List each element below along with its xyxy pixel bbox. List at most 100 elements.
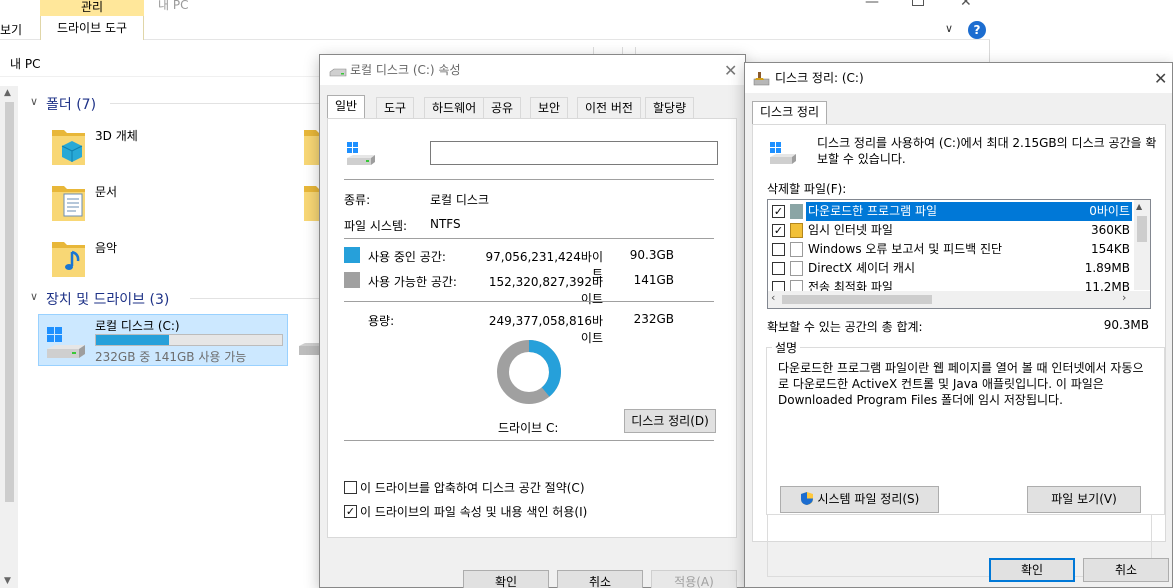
separator (344, 238, 714, 239)
disk-usage-donut (497, 340, 561, 404)
folder-item[interactable]: 문서 (46, 180, 266, 226)
tab-quota[interactable]: 할당량 (645, 97, 695, 119)
scroll-left-icon[interactable]: ‹ (771, 291, 775, 304)
cleanup-intro: 디스크 정리를 사용하여 (C:)에서 최대 2.15GB의 디스크 공간을 확… (817, 136, 1157, 166)
apply-button[interactable]: 적용(A) (651, 570, 737, 588)
minimize-icon[interactable]: — (865, 0, 879, 10)
cancel-button[interactable]: 취소 (557, 570, 643, 588)
total-space-label: 확보할 수 있는 공간의 총 합계: (767, 320, 923, 334)
file-checkbox[interactable] (772, 243, 785, 256)
cancel-button[interactable]: 취소 (1083, 558, 1169, 582)
close-icon[interactable]: ✕ (724, 61, 737, 80)
file-name: 다운로드한 프로그램 파일 (806, 202, 1098, 221)
description-title: 설명 (772, 339, 801, 356)
file-rows: ✓ 다운로드한 프로그램 파일 0바이트 ✓ 임시 인터넷 파일 360KB Windows… (768, 202, 1134, 297)
close-icon[interactable]: ✕ (960, 0, 972, 10)
drive-usage-bar (95, 334, 283, 346)
hscroll-thumb[interactable] (782, 295, 932, 304)
file-name: Windows 오류 보고서 및 피드백 진단 (808, 242, 1003, 256)
folders-header[interactable]: 폴더 (7) (46, 94, 96, 114)
drive-name: 로컬 디스크 (C:) (95, 319, 180, 333)
file-list-row[interactable]: Windows 오류 보고서 및 피드백 진단 154KB (768, 240, 1134, 259)
folder-icon[interactable] (302, 180, 320, 224)
disk-cleanup-button[interactable]: 디스크 정리(D) (624, 409, 716, 433)
file-list-row[interactable]: DirectX 셰이더 캐시 1.89MB (768, 259, 1134, 278)
collapse-icon[interactable]: ∨ (30, 290, 38, 303)
devices-header[interactable]: 장치 및 드라이브 (3) (46, 289, 169, 309)
description-text: 다운로드한 프로그램 파일이란 웹 페이지를 열어 볼 때 인터넷에서 자동으로… (778, 361, 1144, 407)
scroll-up-icon[interactable]: ▲ (1136, 202, 1142, 211)
tab-general[interactable]: 일반 (327, 95, 366, 119)
chevron-down-icon[interactable]: ∨ (945, 22, 953, 35)
used-space-swatch (344, 247, 360, 263)
dialog-title: 로컬 디스크 (C:) 속성 (350, 63, 461, 77)
folder-item[interactable]: 3D 개체 (46, 124, 266, 170)
tab-hardware[interactable]: 하드웨어 (424, 97, 485, 119)
disk-cleanup-dialog: 디스크 정리: (C:) ✕ 디스크 정리 디스크 정리를 사용하여 (C:)에… (744, 62, 1173, 588)
scroll-right-icon[interactable]: › (1122, 291, 1126, 304)
file-size: 360KB (1090, 223, 1130, 237)
index-checkbox[interactable]: ✓ (344, 505, 357, 518)
file-checkbox[interactable]: ✓ (772, 205, 785, 218)
tab-tools[interactable]: 도구 (376, 97, 415, 119)
separator (344, 440, 714, 441)
lock-icon (790, 223, 803, 238)
collapse-icon[interactable]: ∨ (30, 95, 38, 108)
index-label[interactable]: 이 드라이브의 파일 속성 및 내용 색인 허용(I) (360, 503, 587, 520)
ribbon-manage-tab[interactable]: 관리 (40, 0, 144, 16)
free-space-gb: 141GB (633, 273, 674, 287)
list-hscrollbar[interactable]: ‹ › (768, 291, 1150, 308)
folder-icon[interactable] (302, 124, 320, 168)
scroll-up-icon[interactable]: ▲ (4, 88, 11, 98)
ribbon (0, 0, 990, 40)
compress-checkbox[interactable] (344, 481, 357, 494)
drive-c-item[interactable]: 로컬 디스크 (C:) 232GB 중 141GB 사용 가능 (38, 314, 288, 366)
scroll-down-icon[interactable]: ▼ (4, 576, 11, 586)
drive-name-input[interactable] (430, 141, 718, 165)
list-scrollbar[interactable]: ▲ (1134, 200, 1150, 290)
drive-label: 드라이브 C: (498, 421, 559, 435)
filesystem-value: NTFS (430, 217, 461, 231)
tab-previous-versions[interactable]: 이전 버전 (577, 97, 641, 119)
ribbon-drive-tools-tab[interactable]: 드라이브 도구 (40, 16, 144, 40)
windows-drive-icon (347, 142, 375, 165)
ok-button[interactable]: 확인 (463, 570, 549, 588)
drive-properties-dialog: 로컬 디스크 (C:) 속성 ✕ 일반 도구 하드웨어 공유 보안 이전 버전 … (319, 54, 746, 588)
scroll-thumb[interactable] (1137, 216, 1147, 242)
cleanup-system-files-label: 시스템 파일 정리(S) (817, 492, 920, 506)
folder-label: 3D 개체 (95, 129, 138, 143)
tab-security[interactable]: 보안 (530, 97, 569, 119)
folder-item[interactable]: 음악 (46, 236, 266, 282)
file-list-row[interactable]: ✓ 임시 인터넷 파일 360KB (768, 221, 1134, 240)
capacity-gb: 232GB (633, 312, 674, 326)
tab-disk-cleanup[interactable]: 디스크 정리 (752, 101, 828, 125)
files-to-delete-label: 삭제할 파일(F): (767, 182, 847, 196)
dialog-title: 디스크 정리: (C:) (775, 71, 864, 85)
maximize-icon[interactable] (912, 0, 924, 6)
separator (344, 301, 714, 302)
compress-label[interactable]: 이 드라이브를 압축하여 디스크 공간 절약(C) (360, 479, 585, 496)
cleanup-system-files-button[interactable]: 시스템 파일 정리(S) (780, 486, 939, 513)
address-text[interactable]: 내 PC (10, 55, 40, 72)
file-checkbox[interactable] (772, 262, 785, 275)
free-space-swatch (344, 272, 360, 288)
program-files-icon (790, 204, 803, 219)
drive-icon[interactable] (297, 336, 321, 366)
nav-pane-scroll-thumb[interactable] (5, 102, 14, 502)
ribbon-view-tab[interactable]: 보기 (0, 21, 22, 38)
documents-folder-icon (52, 186, 85, 221)
help-icon[interactable]: ? (968, 21, 986, 39)
filesystem-label: 파일 시스템: (344, 219, 408, 233)
ok-button[interactable]: 확인 (989, 558, 1075, 582)
file-list-row[interactable]: ✓ 다운로드한 프로그램 파일 0바이트 (768, 202, 1134, 221)
file-name: DirectX 셰이더 캐시 (808, 261, 915, 275)
files-to-delete-list[interactable]: ✓ 다운로드한 프로그램 파일 0바이트 ✓ 임시 인터넷 파일 360KB Windows… (767, 199, 1151, 309)
tab-sharing[interactable]: 공유 (483, 97, 522, 119)
view-files-button[interactable]: 파일 보기(V) (1027, 486, 1141, 513)
close-icon[interactable]: ✕ (1154, 69, 1167, 88)
window-title: 내 PC (158, 0, 189, 12)
file-checkbox[interactable]: ✓ (772, 224, 785, 237)
shield-icon (800, 492, 813, 505)
total-space-value: 90.3MB (1103, 318, 1149, 332)
file-icon (790, 261, 803, 276)
